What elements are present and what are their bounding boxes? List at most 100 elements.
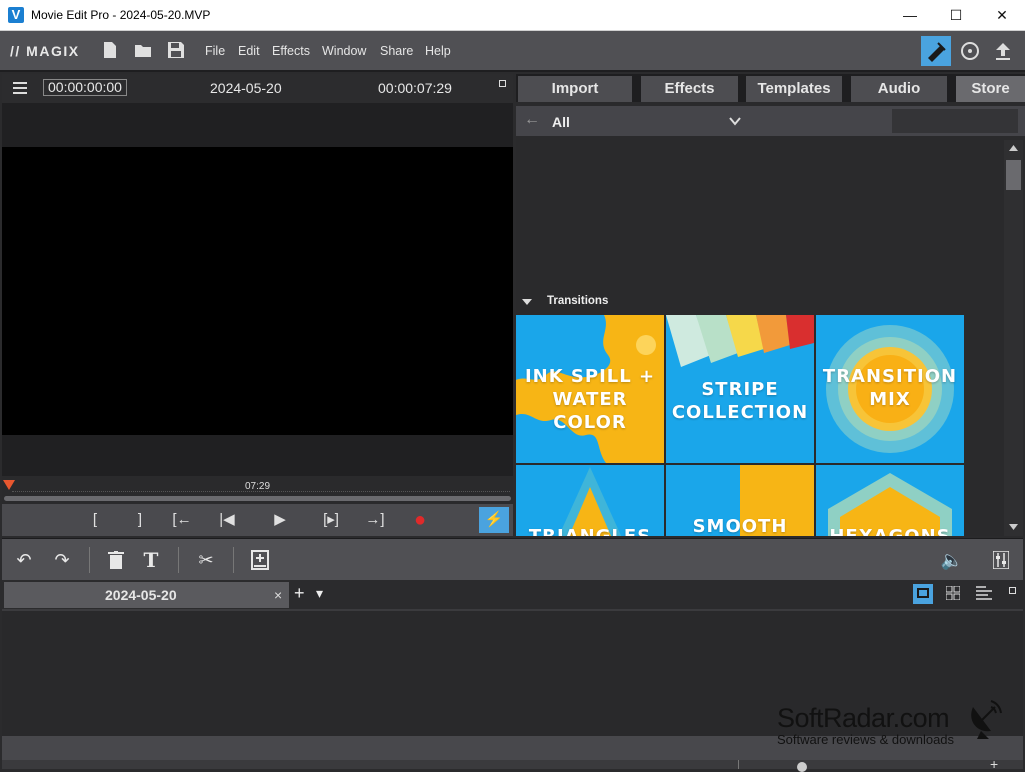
mark-in-button[interactable]: [ [82,510,108,530]
mark-out-button[interactable]: ] [127,510,153,530]
hamburger-menu-icon[interactable] [13,82,27,94]
tab-effects[interactable]: Effects [641,76,738,102]
collapse-triangle-icon[interactable] [522,299,532,306]
category-dropdown[interactable]: All [552,114,570,130]
scroll-up-icon[interactable] [1009,145,1018,151]
close-tab-icon[interactable]: × [274,582,282,608]
video-display [2,147,513,435]
tile-triangles[interactable]: TRIANGLES [516,465,664,536]
menu-effects[interactable]: Effects [272,44,310,58]
tab-audio[interactable]: Audio [851,76,947,102]
upload-icon[interactable] [988,36,1018,66]
tile-smooth[interactable]: SMOOTH [666,465,814,536]
tile-triangles-label: TRIANGLES [516,525,664,536]
tile-stripe-collection[interactable]: STRIPE COLLECTION [666,315,814,463]
softradar-watermark: SoftRadar.com Software reviews & downloa… [777,700,1002,747]
tile-hexagons-label: HEXAGONS [816,525,964,536]
record-button[interactable]: ● [407,510,433,530]
tile-hexagons[interactable]: HEXAGONS [816,465,964,536]
filter-bar: ← All [516,106,1025,136]
timeline-mode-icon[interactable] [913,584,933,604]
back-arrow-icon[interactable]: ← [524,111,540,129]
previous-frame-button[interactable]: |◀ [214,510,240,530]
title-text-icon[interactable]: T [139,549,163,571]
preview-progress-bar[interactable] [4,496,511,501]
app-icon: V [8,7,24,23]
scroll-down-icon[interactable] [1009,524,1018,530]
transport-controls: [ ] [← |◀ ▶ [▸] →] ● ⚡ [2,504,513,536]
tab-import[interactable]: Import [518,76,632,102]
go-to-end-button[interactable]: →] [362,510,388,530]
volume-icon[interactable]: 🔈 [940,549,964,571]
menu-edit[interactable]: Edit [238,44,260,58]
new-file-icon[interactable] [101,41,119,59]
add-tab-button[interactable]: + [294,583,305,604]
play-button[interactable]: ▶ [267,510,293,530]
tab-templates[interactable]: Templates [746,76,842,102]
preview-title: 2024-05-20 [210,80,282,96]
menu-help[interactable]: Help [425,44,451,58]
preview-header: 00:00:00:00 2024-05-20 00:00:07:29 [2,74,513,103]
tile-transition-mix[interactable]: TRANSITION MIX [816,315,964,463]
window-titlebar: V Movie Edit Pro - 2024-05-20.MVP — ☐ ✕ [0,0,1025,31]
media-pool: Import Effects Templates Audio Store ← A… [516,74,1025,536]
cut-scissors-icon[interactable]: ✂ [194,549,218,571]
timeline-tab-label: 2024-05-20 [105,587,177,603]
previous-marker-button[interactable]: [← [169,510,195,530]
timeline-zoom-bar[interactable]: + [2,756,1023,772]
window-title: Movie Edit Pro - 2024-05-20.MVP [31,8,211,22]
open-folder-icon[interactable] [134,41,152,59]
tile-stripe-line2: COLLECTION [671,402,809,423]
tile-mix-line1: TRANSITION [822,366,958,387]
insert-mode-icon[interactable] [251,550,269,570]
chevron-down-icon[interactable] [729,117,741,126]
tab-store[interactable]: Store [956,76,1025,102]
tile-stripe-line1: STRIPE [701,379,779,400]
timeline-tabs: 2024-05-20 × + ▾ [2,581,1023,609]
maximize-timeline-icon[interactable] [1009,587,1016,594]
tile-mix-line2: MIX [869,389,911,410]
delete-icon[interactable] [108,551,124,569]
scrub-bar[interactable]: 07:29 [2,476,513,504]
menu-window[interactable]: Window [322,44,366,58]
undo-icon[interactable]: ↶ [12,549,36,571]
timecode-position[interactable]: 00:00:00:00 [43,79,127,96]
edit-mode-icon[interactable] [921,36,951,66]
watermark-title: SoftRadar.com [777,703,950,733]
tile-ink-spill-line2: WATER COLOR [552,389,628,433]
next-marker-button[interactable]: [▸] [318,510,344,530]
menu-file[interactable]: File [205,44,225,58]
zoom-slider-thumb[interactable] [797,762,807,772]
timeline-toolbar: ↶ ↷ T ✂ 🔈 [2,538,1023,580]
storyboard-mode-icon[interactable] [946,586,960,600]
timecode-duration: 00:00:07:29 [378,80,452,96]
redo-icon[interactable]: ↷ [50,549,74,571]
save-icon[interactable] [167,41,185,59]
satellite-dish-icon [971,700,1002,739]
maximize-button[interactable]: ☐ [933,0,979,31]
store-content: Transitions INK SPILL + WATER COLOR STRI… [516,140,1002,536]
mixer-icon[interactable] [993,551,1009,569]
minimize-button[interactable]: — [887,0,933,31]
tile-ink-spill-line1: INK SPILL + [524,366,656,387]
scene-overview-icon[interactable] [976,586,992,600]
section-transitions: Transitions [547,295,609,307]
menu-share[interactable]: Share [380,44,413,58]
close-button[interactable]: ✕ [979,0,1025,31]
scrollbar-thumb[interactable] [1006,160,1021,190]
zoom-in-icon[interactable]: + [990,756,998,772]
tile-ink-spill[interactable]: INK SPILL + WATER COLOR [516,315,664,463]
tile-smooth-label: SMOOTH [692,516,788,536]
magix-logo: // MAGIX [10,43,80,59]
timeline-tab-project[interactable]: 2024-05-20 × [4,582,289,608]
fast-mode-button[interactable]: ⚡ [479,507,509,533]
search-input[interactable] [892,109,1018,133]
media-tabs: Import Effects Templates Audio Store [516,74,1025,102]
tab-list-dropdown[interactable]: ▾ [316,585,323,602]
maximize-preview-icon[interactable] [499,80,506,87]
menubar: // MAGIX File Edit Effects Window Share … [0,31,1025,72]
watermark-subtitle: Software reviews & downloads [777,732,955,747]
burn-disc-icon[interactable] [955,36,985,66]
store-scrollbar[interactable] [1004,140,1023,536]
scrub-time-label: 07:29 [245,481,271,492]
